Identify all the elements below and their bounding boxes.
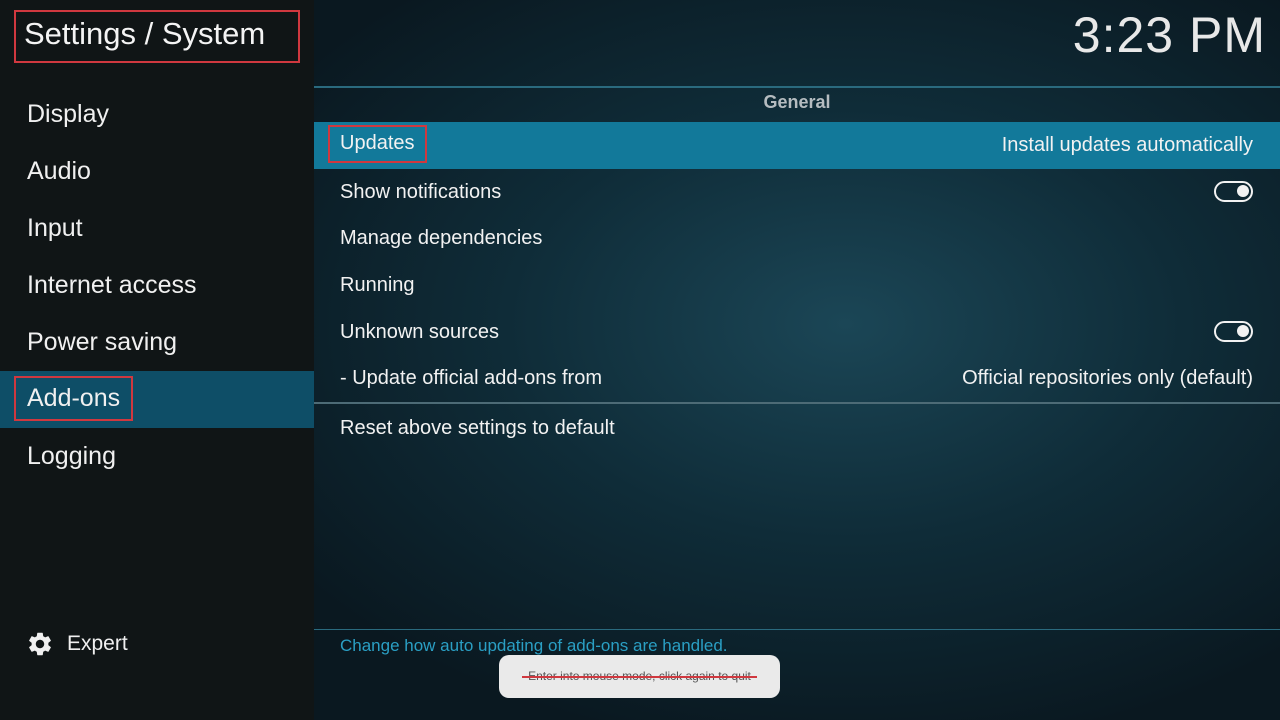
- setting-running[interactable]: Running: [314, 262, 1280, 309]
- sidebar-item-input[interactable]: Input: [0, 200, 314, 257]
- sidebar-item-label: Logging: [27, 442, 116, 470]
- sidebar-item-label: Add-ons: [14, 375, 134, 421]
- sidebar-item-label: Power saving: [27, 328, 178, 356]
- setting-update-official-addons-from[interactable]: - Update official add-ons from Official …: [314, 355, 1280, 402]
- toast-text: Enter into mouse mode, click again to qu…: [528, 669, 751, 683]
- setting-manage-dependencies[interactable]: Manage dependencies: [314, 215, 1280, 262]
- settings-content: 3:23 PM General Updates Install updates …: [314, 0, 1280, 720]
- sidebar: Settings / System Display Audio Input In…: [0, 0, 314, 720]
- expert-label: Expert: [67, 632, 128, 655]
- sidebar-item-label: Display: [27, 100, 109, 128]
- sidebar-item-add-ons[interactable]: Add-ons: [0, 371, 314, 428]
- kodi-settings-screen: Settings / System Display Audio Input In…: [0, 0, 1280, 720]
- setting-description: Change how auto updating of add-ons are …: [340, 636, 728, 655]
- settings-list: Updates Install updates automatically Sh…: [314, 122, 1280, 402]
- setting-value: Official repositories only (default): [962, 367, 1253, 390]
- sidebar-item-display[interactable]: Display: [0, 86, 314, 143]
- setting-unknown-sources[interactable]: Unknown sources: [314, 309, 1280, 356]
- page-title: Settings / System: [14, 10, 300, 63]
- clock: 3:23 PM: [1072, 7, 1266, 63]
- setting-label: Manage dependencies: [340, 227, 543, 250]
- sidebar-item-power-saving[interactable]: Power saving: [0, 314, 314, 371]
- section-divider: [314, 402, 1280, 404]
- top-divider: [314, 86, 1280, 88]
- sidebar-item-audio[interactable]: Audio: [0, 143, 314, 200]
- setting-show-notifications[interactable]: Show notifications: [314, 169, 1280, 216]
- setting-label: Show notifications: [340, 180, 502, 203]
- toggle-switch[interactable]: [1214, 180, 1253, 202]
- expert-level-button[interactable]: Expert: [26, 628, 128, 660]
- setting-updates[interactable]: Updates Install updates automatically: [314, 122, 1280, 169]
- sidebar-item-label: Audio: [27, 157, 91, 185]
- setting-label: Running: [340, 274, 415, 297]
- settings-category-list: Display Audio Input Internet access Powe…: [0, 86, 314, 485]
- toggle-switch[interactable]: [1214, 320, 1253, 342]
- gear-icon: [29, 632, 51, 656]
- sidebar-item-label: Internet access: [27, 271, 197, 299]
- section-title: General: [763, 92, 831, 112]
- sidebar-item-logging[interactable]: Logging: [0, 428, 314, 485]
- setting-label: Updates: [328, 124, 427, 163]
- bottom-divider: [314, 629, 1280, 630]
- mouse-mode-toast: Enter into mouse mode, click again to qu…: [499, 655, 780, 698]
- sidebar-item-internet-access[interactable]: Internet access: [0, 257, 314, 314]
- setting-value: Install updates automatically: [1001, 134, 1253, 156]
- setting-label: Unknown sources: [340, 320, 499, 343]
- sidebar-item-label: Input: [27, 214, 83, 242]
- setting-label: - Update official add-ons from: [340, 367, 602, 390]
- reset-settings-button[interactable]: Reset above settings to default: [340, 405, 615, 451]
